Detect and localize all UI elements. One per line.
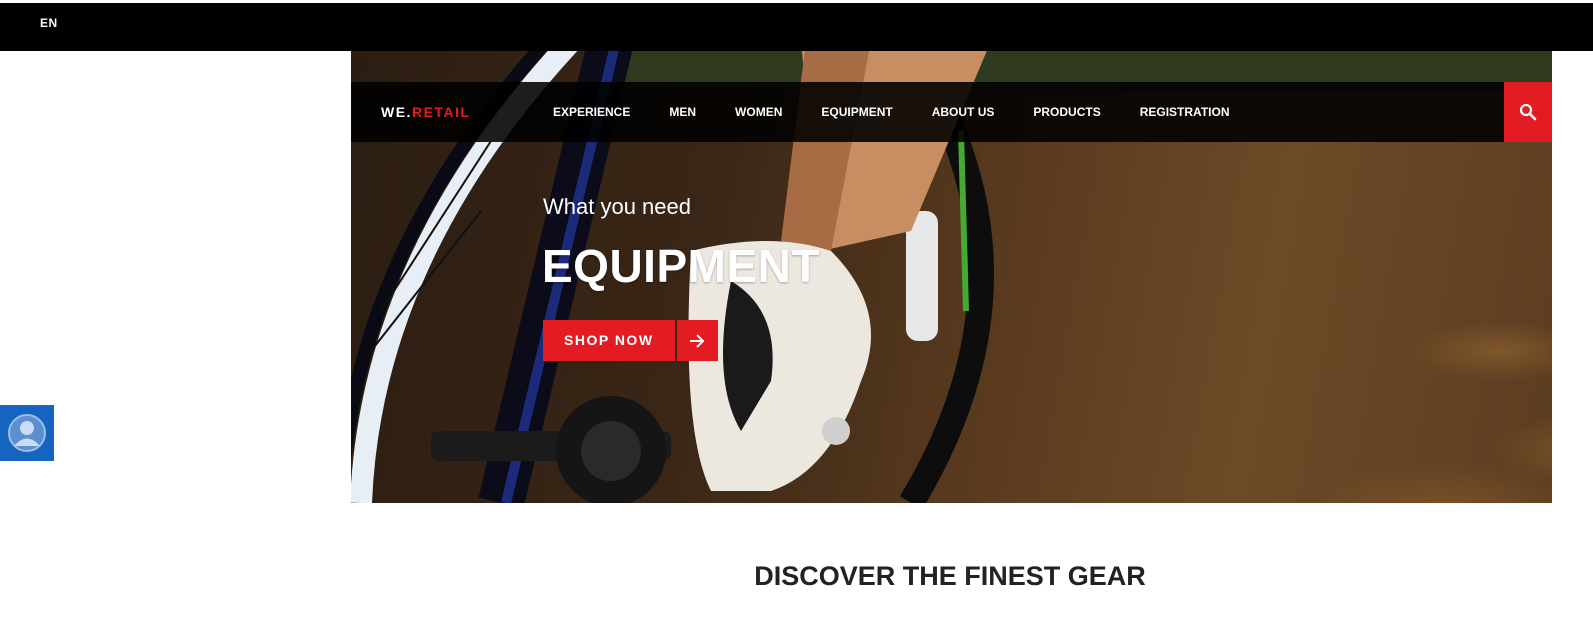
nav-item-products[interactable]: PRODUCTS [1033, 105, 1100, 119]
section-title: DISCOVER THE FINEST GEAR [754, 561, 1146, 591]
hero-title: EQUIPMENT [542, 240, 820, 292]
arrow-right-icon [676, 320, 718, 361]
nav-item-men[interactable]: MEN [669, 105, 696, 119]
shop-now-button[interactable]: SHOP NOW [543, 320, 718, 361]
language-selector[interactable]: EN [40, 16, 58, 30]
nav-item-women[interactable]: WOMEN [735, 105, 782, 119]
nav-item-registration[interactable]: REGISTRATION [1140, 105, 1230, 119]
nav-item-about-us[interactable]: ABOUT US [932, 105, 995, 119]
hero-banner: WE.RETAIL EXPERIENCE MEN WOMEN EQUIPMENT… [351, 51, 1552, 503]
nav-item-equipment[interactable]: EQUIPMENT [821, 105, 892, 119]
search-button[interactable] [1504, 82, 1552, 142]
brand-logo-part1: WE. [381, 104, 412, 120]
top-bar: EN [0, 3, 1593, 51]
brand-logo-part2: RETAIL [411, 104, 471, 120]
user-avatar-icon [8, 414, 46, 452]
search-icon [1519, 103, 1537, 121]
hero-subtitle: What you need [543, 194, 691, 219]
brand-logo[interactable]: WE.RETAIL [381, 104, 470, 120]
nav-menu: EXPERIENCE MEN WOMEN EQUIPMENT ABOUT US … [553, 105, 1269, 119]
user-widget-button[interactable] [0, 405, 54, 461]
shop-now-label: SHOP NOW [543, 320, 675, 361]
main-navigation: WE.RETAIL EXPERIENCE MEN WOMEN EQUIPMENT… [351, 82, 1552, 142]
nav-item-experience[interactable]: EXPERIENCE [553, 105, 630, 119]
